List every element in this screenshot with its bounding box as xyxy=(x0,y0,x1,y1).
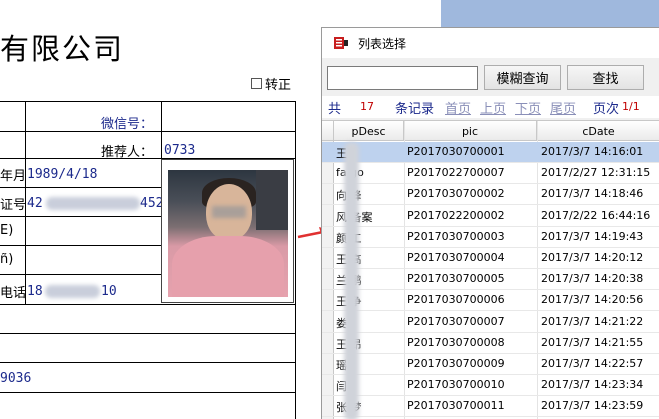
table-line xyxy=(0,304,295,305)
table-row[interactable]: 风 备案 P2017022200002 2017/2/22 16:44:16 xyxy=(322,206,659,227)
column-header-pic[interactable]: pic xyxy=(404,121,537,141)
table-line xyxy=(0,362,295,363)
transfer-checkbox-label: 转正 xyxy=(265,78,292,93)
table-row[interactable]: fa goP20170227000072017/2/27 12:31:15 xyxy=(322,163,659,185)
table-row[interactable]: 瑶 P2017030700009 2017/3/7 14:22:57 xyxy=(322,354,659,375)
bottom-value: 9036 xyxy=(0,371,32,386)
photo-frame xyxy=(161,159,294,303)
search-toolbar: 模糊查询 查找 xyxy=(322,58,659,96)
table-row[interactable]: 颜 工P20170307000032017/3/7 14:19:43 xyxy=(322,227,659,248)
prev-page-link[interactable]: 上页 xyxy=(480,98,506,117)
checkbox-box[interactable] xyxy=(251,78,262,89)
cell-pic: P2017030700006 xyxy=(407,293,505,307)
cell-cdate: 2017/3/7 14:20:12 xyxy=(541,251,644,264)
row-indicator-header xyxy=(322,121,334,141)
redaction-blur xyxy=(46,197,140,210)
cell-pic: P2017030700004 xyxy=(407,251,505,264)
first-page-link[interactable]: 首页 xyxy=(445,98,471,117)
table-row[interactable]: 兰 鹏P20170307000052017/3/7 14:20:38 xyxy=(322,269,659,291)
cell-cdate: 2017/3/7 14:21:22 xyxy=(541,314,644,328)
redaction-blur xyxy=(45,285,100,298)
total-suffix: 条记录 xyxy=(395,102,435,117)
phone-value-start: 18 xyxy=(27,284,43,299)
page-label: 页次 xyxy=(593,102,620,117)
phone-value-end: 10 xyxy=(101,284,117,299)
table-row[interactable]: 王 昂P20170307000082017/3/7 14:21:55 xyxy=(322,333,659,354)
table-row[interactable]: 王 P2017030700001 2017/3/7 14:16:01 xyxy=(322,142,659,163)
row-label-2: ñ) xyxy=(0,252,14,267)
column-header-cdate[interactable]: cDate xyxy=(537,121,659,141)
cell-pic: P2017030700009 xyxy=(407,357,505,370)
last-page-link[interactable]: 尾页 xyxy=(550,98,576,117)
cell-cdate: 2017/3/7 14:20:56 xyxy=(541,293,644,307)
grid-header: pDesc pic cDate xyxy=(322,121,659,141)
search-input[interactable] xyxy=(327,66,478,90)
cell-pic: P2017030700003 xyxy=(407,229,505,243)
cell-cdate: 2017/3/7 14:23:59 xyxy=(541,399,644,413)
table-line xyxy=(295,101,296,419)
id-label: 证号 xyxy=(0,198,27,213)
cell-pic: P2017030700010 xyxy=(407,378,505,392)
total-count: 17 xyxy=(360,100,374,113)
cell-cdate: 2017/2/27 12:31:15 xyxy=(541,166,651,180)
transfer-checkbox[interactable]: 转正 xyxy=(251,74,291,93)
id-value-start: 42 xyxy=(27,196,43,211)
column-header-pdesc[interactable]: pDesc xyxy=(334,121,404,141)
background-strip xyxy=(321,0,441,27)
company-title: 有限公司 xyxy=(0,32,125,66)
desktop-background xyxy=(441,0,659,27)
cell-pic: P2017022700007 xyxy=(407,166,505,180)
referrer-label: 推荐人： xyxy=(101,145,154,160)
cell-pic: P2017030700008 xyxy=(407,335,505,349)
cell-pic: P2017030700007 xyxy=(407,314,505,328)
fuzzy-search-button[interactable]: 模糊查询 xyxy=(484,65,561,90)
find-button[interactable]: 查找 xyxy=(567,65,644,90)
table-row[interactable]: 娄 P2017030700007 2017/3/7 14:21:22 xyxy=(322,312,659,333)
cell-cdate: 2017/3/7 14:19:43 xyxy=(541,229,644,243)
phone-label: 电话 xyxy=(0,286,27,301)
row-label-1: E) xyxy=(0,223,14,238)
cell-cdate: 2017/3/7 14:22:57 xyxy=(541,357,644,370)
id-value-end: 452 xyxy=(140,196,164,211)
table-row[interactable]: 王 高P20170307000042017/3/7 14:20:12 xyxy=(322,248,659,269)
table-row[interactable]: 王 争P20170307000062017/3/7 14:20:56 xyxy=(322,290,659,312)
table-line xyxy=(0,333,295,334)
cell-pic: P2017030700011 xyxy=(407,399,505,413)
employee-photo xyxy=(168,170,288,297)
total-prefix: 共 xyxy=(328,102,342,117)
table-row[interactable]: 闫 P2017030700010 2017/3/7 14:23:34 xyxy=(322,375,659,397)
table-line xyxy=(161,101,162,158)
page-value: 1/1 xyxy=(622,100,640,113)
employee-form-document: 有限公司 转正 微信号： 推荐人： 0733 年月 1989/4/18 证号 4… xyxy=(0,0,330,419)
referrer-value: 0733 xyxy=(164,143,196,158)
cell-cdate: 2017/3/7 14:23:34 xyxy=(541,378,644,392)
table-row[interactable]: 向 峰P20170307000022017/3/7 14:18:46 xyxy=(322,184,659,206)
next-page-link[interactable]: 下页 xyxy=(515,98,541,117)
record-grid: pDesc pic cDate 王 P2017030700001 2017/3/7 … xyxy=(322,120,659,419)
table-row[interactable]: 张 梦P20170307000112017/3/7 14:23:59 xyxy=(322,396,659,418)
red-list-icon xyxy=(334,37,348,49)
list-selection-dialog: 列表选择 模糊查询 查找 共 17 条记录 首页 上页 下页 尾页 页次 1/1… xyxy=(321,27,659,419)
table-line xyxy=(0,392,295,393)
cell-pic: P2017030700002 xyxy=(407,187,505,201)
table-line xyxy=(0,101,295,102)
cell-cdate: 2017/3/7 14:16:01 xyxy=(541,145,644,158)
cell-cdate: 2017/3/7 14:20:38 xyxy=(541,272,644,286)
birth-label: 年月 xyxy=(0,169,27,184)
cell-cdate: 2017/3/7 14:18:46 xyxy=(541,187,644,201)
dialog-title: 列表选择 xyxy=(358,36,407,51)
wechat-label: 微信号： xyxy=(101,117,154,132)
dialog-title-bar[interactable]: 列表选择 xyxy=(322,28,659,58)
pagination-bar: 共 17 条记录 首页 上页 下页 尾页 页次 1/1 xyxy=(322,96,659,118)
cell-pic: P2017030700005 xyxy=(407,272,505,286)
redaction-blur xyxy=(344,142,359,419)
cell-pic: P2017022200002 xyxy=(407,208,505,222)
cell-cdate: 2017/3/7 14:21:55 xyxy=(541,335,644,349)
birth-value: 1989/4/18 xyxy=(27,167,98,182)
cell-cdate: 2017/2/22 16:44:16 xyxy=(541,208,651,222)
cell-pic: P2017030700001 xyxy=(407,145,505,158)
